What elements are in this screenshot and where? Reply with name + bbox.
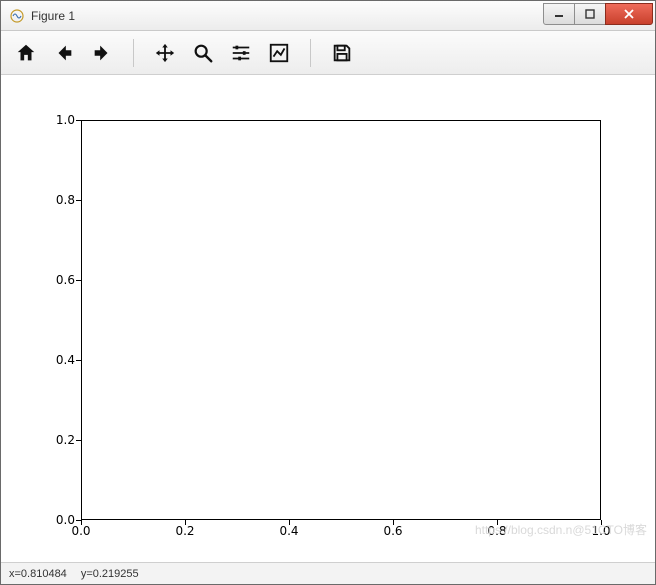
toolbar-separator [133,39,134,67]
toolbar-separator [310,39,311,67]
zoom-button[interactable] [188,38,218,68]
minimize-icon [554,9,564,19]
chart-line-icon [268,42,290,64]
save-icon [331,42,353,64]
y-tick-label: 0.4 [56,353,75,367]
home-button[interactable] [11,38,41,68]
home-icon [15,42,37,64]
x-tick-label: 0.4 [279,524,298,538]
y-tick-label: 0.2 [56,433,75,447]
y-tick-label: 0.0 [56,513,75,527]
titlebar[interactable]: Figure 1 [1,1,655,31]
arrow-left-icon [53,42,75,64]
back-button[interactable] [49,38,79,68]
maximize-button[interactable] [574,3,606,25]
statusbar: x=0.810484 y=0.219255 [1,562,655,584]
y-tick-mark [76,280,81,281]
y-tick-mark [76,200,81,201]
y-tick-label: 0.6 [56,273,75,287]
toolbar [1,31,655,75]
zoom-icon [192,42,214,64]
maximize-icon [585,9,595,19]
arrow-right-icon [91,42,113,64]
axes-edit-button[interactable] [264,38,294,68]
window-buttons [544,3,653,25]
forward-button[interactable] [87,38,117,68]
status-x: x=0.810484 [9,568,67,580]
plot-canvas[interactable]: 0.00.20.40.60.81.00.00.20.40.60.81.0 htt… [1,75,655,562]
close-button[interactable] [605,3,653,25]
subplots-button[interactable] [226,38,256,68]
move-icon [154,42,176,64]
x-tick-label: 0.8 [487,524,506,538]
y-tick-mark [76,520,81,521]
x-tick-label: 0.6 [383,524,402,538]
close-icon [623,8,635,20]
x-tick-label: 1.0 [591,524,610,538]
window-title: Figure 1 [31,9,544,23]
y-tick-mark [76,360,81,361]
y-tick-mark [76,440,81,441]
sliders-icon [230,42,252,64]
figure-window: Figure 1 [0,0,656,585]
y-tick-label: 0.8 [56,193,75,207]
plot-axes [81,120,601,520]
status-y: y=0.219255 [81,568,139,580]
pan-button[interactable] [150,38,180,68]
x-tick-label: 0.2 [175,524,194,538]
app-icon [9,8,25,24]
y-tick-mark [76,120,81,121]
minimize-button[interactable] [543,3,575,25]
y-tick-label: 1.0 [56,113,75,127]
save-button[interactable] [327,38,357,68]
